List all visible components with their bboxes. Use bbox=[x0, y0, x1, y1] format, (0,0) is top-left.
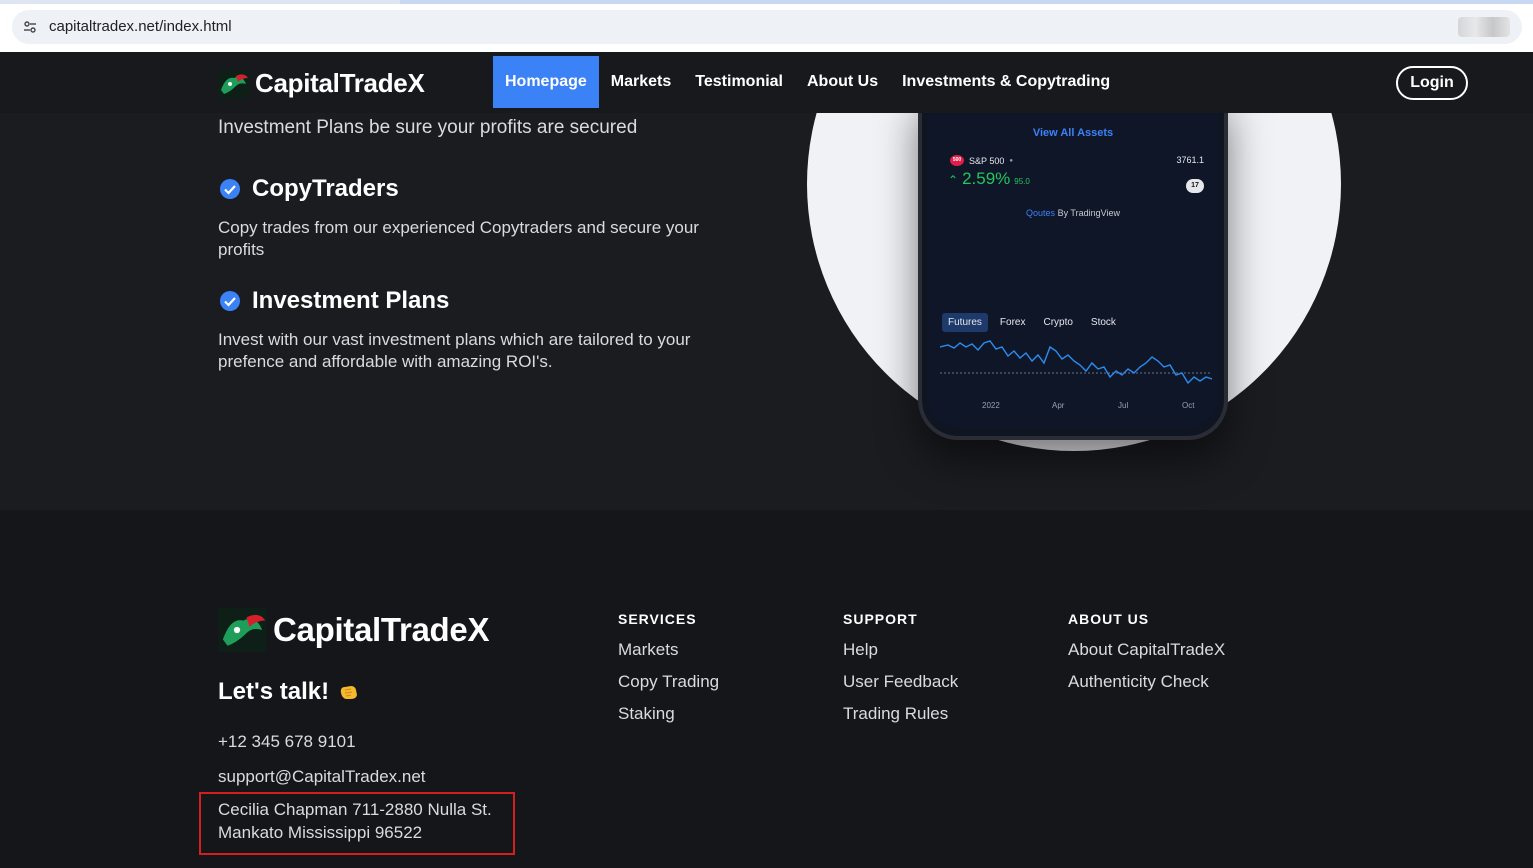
feature-title: CopyTraders bbox=[252, 175, 399, 202]
tab-futures[interactable]: Futures bbox=[942, 313, 988, 332]
tab-strip bbox=[0, 0, 1533, 4]
brand[interactable]: CapitalTradeX bbox=[218, 68, 425, 99]
nav-testimonial[interactable]: Testimonial bbox=[683, 56, 795, 108]
browser-toolbar: capitaltradex.net/index.html bbox=[0, 0, 1533, 52]
lets-talk-text: Let's talk! bbox=[218, 678, 330, 705]
x-label: Apr bbox=[1052, 401, 1065, 410]
address-bar[interactable]: capitaltradex.net/index.html bbox=[12, 10, 1522, 44]
change-percent: 2.59% bbox=[962, 169, 1011, 188]
nav-investments-copytrading[interactable]: Investments & Copytrading bbox=[890, 56, 1122, 108]
profile-avatar[interactable] bbox=[1458, 17, 1510, 37]
feature-copytraders: CopyTraders Copy trades from our experie… bbox=[218, 175, 738, 261]
nav-markets[interactable]: Markets bbox=[599, 56, 683, 108]
market-tabs: Futures Forex Crypto Stock bbox=[942, 313, 1122, 332]
tradingview-icon[interactable]: 17 bbox=[1186, 179, 1204, 193]
x-label: 2022 bbox=[982, 401, 1000, 410]
tab-stock[interactable]: Stock bbox=[1085, 313, 1122, 332]
footer-link-help[interactable]: Help bbox=[843, 641, 958, 659]
call-me-hand-icon bbox=[340, 686, 358, 699]
site-navbar: CapitalTradeX Homepage Markets Testimoni… bbox=[0, 52, 1533, 113]
address-line-1: Cecilia Chapman 711-2880 Nulla St. bbox=[218, 800, 492, 819]
market-widget: View All Assets 500 S&P 500 ● 3761.1 ⌃ 2… bbox=[928, 113, 1218, 428]
footer-col-about: ABOUT US About CapitalTradeX Authenticit… bbox=[1068, 611, 1225, 691]
feature-description: Invest with our vast investment plans wh… bbox=[218, 330, 691, 371]
sp500-badge: 500 bbox=[950, 155, 964, 166]
hero-section: Investment Plans be sure your profits ar… bbox=[0, 113, 1533, 510]
symbol-row: 500 S&P 500 ● bbox=[950, 155, 1013, 166]
feature-investment-plans: Investment Plans Invest with our vast in… bbox=[218, 287, 738, 373]
price-line bbox=[940, 340, 1212, 385]
footer-link-authenticity-check[interactable]: Authenticity Check bbox=[1068, 673, 1225, 691]
check-circle-icon bbox=[220, 179, 240, 199]
symbol-price: 3761.1 bbox=[1176, 155, 1204, 165]
footer-col-services: SERVICES Markets Copy Trading Staking bbox=[618, 611, 719, 723]
feature-description: Copy trades from our experienced Copytra… bbox=[218, 218, 699, 259]
footer-link-trading-rules[interactable]: Trading Rules bbox=[843, 705, 958, 723]
footer-address: Cecilia Chapman 711-2880 Nulla St. Manka… bbox=[218, 798, 492, 844]
view-all-assets-link[interactable]: View All Assets bbox=[928, 127, 1218, 139]
footer-phone[interactable]: +12 345 678 9101 bbox=[218, 732, 356, 752]
address-line-2: Mankato Mississippi 96522 bbox=[218, 823, 423, 842]
phone-mockup: View All Assets 500 S&P 500 ● 3761.1 ⌃ 2… bbox=[918, 113, 1228, 440]
footer-col-title: SERVICES bbox=[618, 611, 697, 627]
quotes-source: By TradingView bbox=[1057, 208, 1120, 218]
footer-link-copy-trading[interactable]: Copy Trading bbox=[618, 673, 719, 691]
footer-brand-name: CapitalTradeX bbox=[273, 611, 490, 648]
site-footer: CapitalTradeX Let's talk! +12 345 678 91… bbox=[0, 510, 1533, 868]
footer-link-staking[interactable]: Staking bbox=[618, 705, 719, 723]
feature-title: Investment Plans bbox=[252, 287, 450, 314]
tab-forex[interactable]: Forex bbox=[994, 313, 1032, 332]
chart-x-labels: 2022 Apr Jul Oct bbox=[940, 401, 1212, 413]
lets-talk-heading: Let's talk! bbox=[218, 678, 359, 706]
arrow-up-icon: ⌃ bbox=[948, 173, 959, 187]
footer-link-markets[interactable]: Markets bbox=[618, 641, 719, 659]
login-button[interactable]: Login bbox=[1396, 66, 1468, 100]
active-tab-indicator bbox=[400, 0, 1533, 4]
footer-email[interactable]: support@CapitalTradex.net bbox=[218, 767, 426, 787]
symbol-change: ⌃ 2.59% 95.0 bbox=[948, 169, 1030, 189]
nav-homepage[interactable]: Homepage bbox=[493, 56, 599, 108]
check-circle-icon bbox=[220, 291, 240, 311]
x-label: Jul bbox=[1118, 401, 1129, 410]
tab-crypto[interactable]: Crypto bbox=[1037, 313, 1078, 332]
bull-logo-icon bbox=[218, 69, 249, 98]
change-absolute: 95.0 bbox=[1014, 177, 1030, 186]
footer-brand[interactable]: CapitalTradeX bbox=[218, 608, 489, 652]
quotes-attribution: Qoutes By TradingView bbox=[928, 208, 1218, 218]
hero-cut-text: Investment Plans be sure your profits ar… bbox=[218, 117, 638, 138]
nav-about-us[interactable]: About Us bbox=[795, 56, 890, 108]
footer-col-support: SUPPORT Help User Feedback Trading Rules bbox=[843, 611, 958, 723]
site-settings-icon[interactable] bbox=[22, 19, 38, 35]
x-label: Oct bbox=[1182, 401, 1195, 410]
brand-name: CapitalTradeX bbox=[255, 68, 425, 98]
nav-links: Homepage Markets Testimonial About Us In… bbox=[493, 56, 1122, 108]
url-text[interactable]: capitaltradex.net/index.html bbox=[49, 18, 232, 35]
footer-col-title: SUPPORT bbox=[843, 611, 918, 627]
dot-icon: ● bbox=[1009, 157, 1013, 164]
price-line-chart bbox=[940, 340, 1212, 385]
footer-link-about-capitaltradex[interactable]: About CapitalTradeX bbox=[1068, 641, 1225, 659]
quotes-link[interactable]: Qoutes bbox=[1026, 208, 1055, 218]
bull-logo-icon bbox=[218, 608, 267, 652]
symbol-name: S&P 500 bbox=[969, 155, 1005, 166]
footer-col-title: ABOUT US bbox=[1068, 611, 1150, 627]
footer-link-user-feedback[interactable]: User Feedback bbox=[843, 673, 958, 691]
